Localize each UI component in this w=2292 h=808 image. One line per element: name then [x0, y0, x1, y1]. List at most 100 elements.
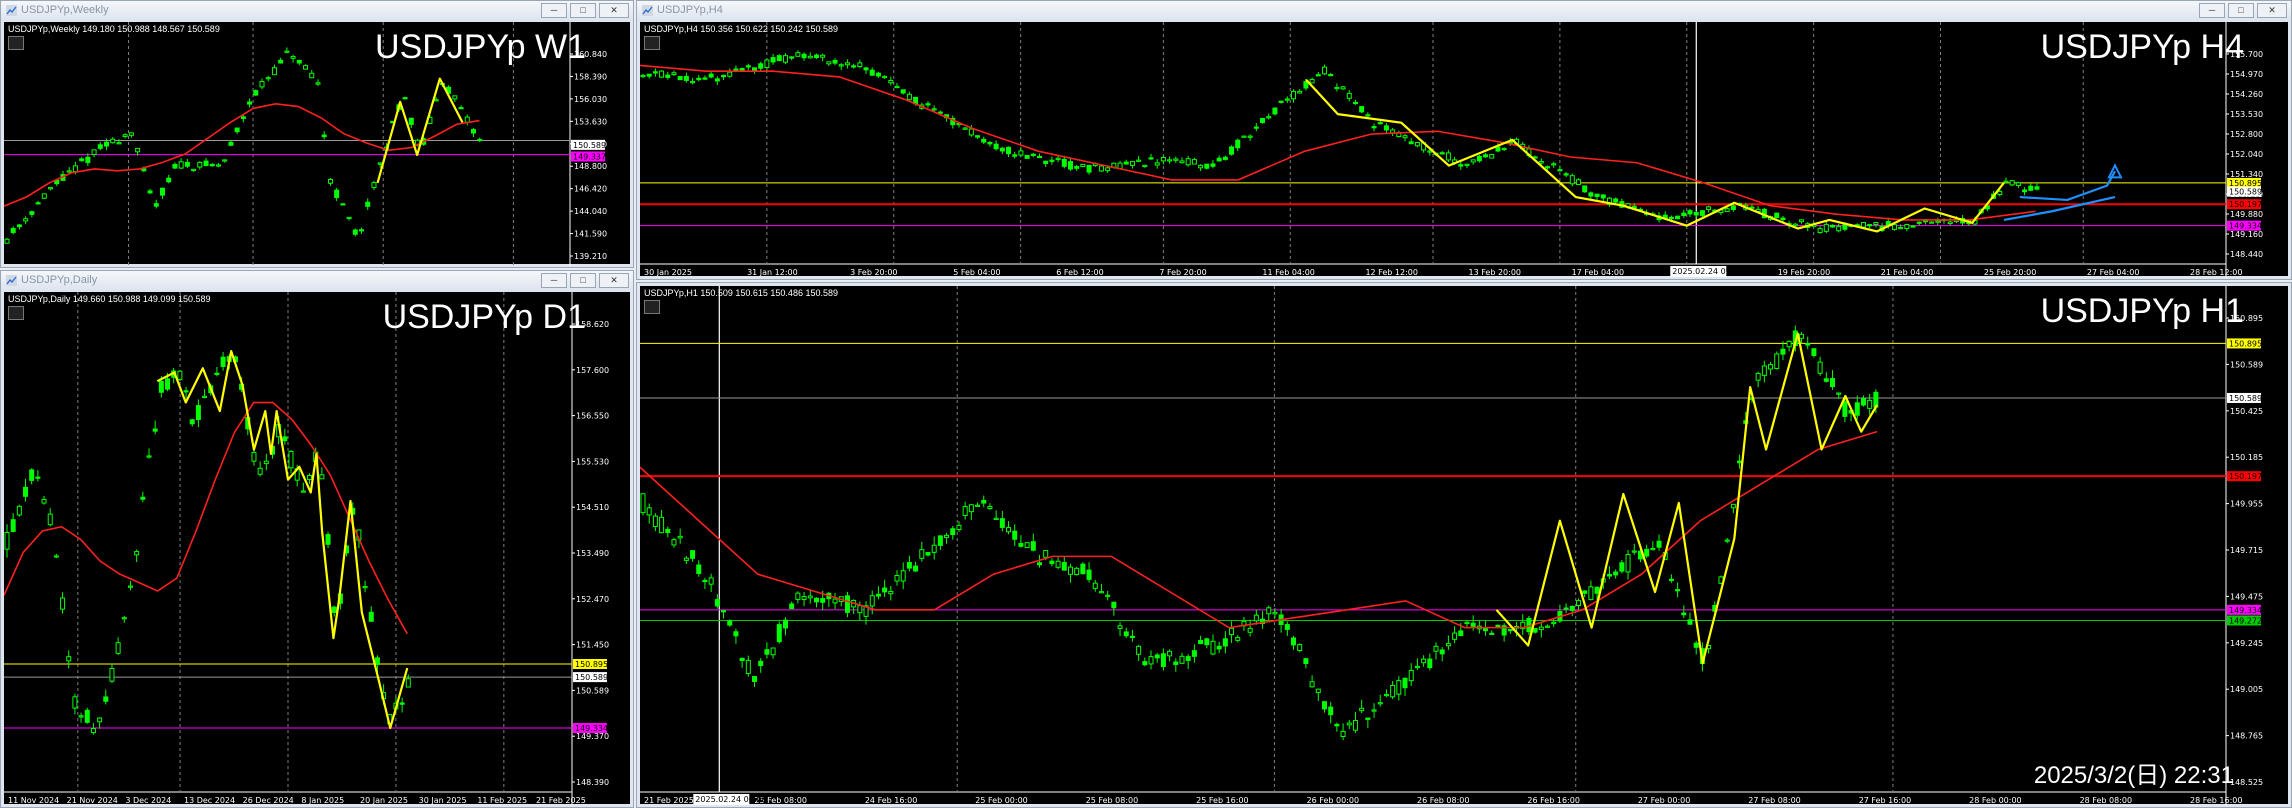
candle-body [1445, 152, 1451, 161]
maximize-button[interactable]: □ [570, 273, 596, 288]
time-tick-label: 11 Nov 2024 [8, 796, 59, 805]
candle-body [1179, 160, 1185, 164]
candle-body [1594, 586, 1600, 594]
candle-body [795, 52, 801, 57]
candle-body [47, 513, 53, 526]
candle-body [121, 617, 127, 620]
candle-body [195, 405, 201, 421]
candle-body [851, 65, 857, 68]
candle-body [1452, 632, 1458, 640]
minimize-button[interactable]: ─ [541, 3, 567, 18]
candle-body [1229, 146, 1235, 155]
price-tag-label: 149.334 [2229, 606, 2262, 615]
one-click-trading-icon[interactable] [8, 306, 24, 320]
candle-body [739, 657, 745, 662]
candle-body [1687, 210, 1693, 215]
candle-body [1365, 717, 1371, 720]
candle-body [652, 515, 658, 527]
chart-window-h1[interactable]: 150.895 150.589 150.425 150.185 149.955 149.7… [636, 282, 2292, 808]
price-chart[interactable]: 150.895 150.589 150.425 150.185 149.955 149.7… [640, 286, 2290, 806]
candle-body [257, 467, 263, 475]
candle-body [1006, 527, 1012, 533]
candle-body [826, 61, 832, 65]
candle-body [1396, 680, 1402, 695]
time-tick-label: 3 Feb 20:00 [850, 268, 897, 277]
candle-body [1656, 540, 1662, 548]
candle-body [1867, 399, 1873, 409]
candle-body [1476, 155, 1482, 162]
price-chart[interactable]: 155.700 154.970 154.260 153.530 152.800 152.0… [640, 22, 2288, 278]
candle-body [1538, 161, 1544, 164]
close-button[interactable]: ✕ [599, 3, 629, 18]
candle-body [782, 55, 788, 63]
one-click-trading-icon[interactable] [644, 300, 660, 314]
candle-body [1167, 650, 1173, 657]
candle-body [1346, 92, 1352, 99]
candle-body [470, 129, 476, 134]
candle-body [1402, 677, 1408, 689]
candle-body [1830, 378, 1835, 388]
candle-body [1730, 503, 1736, 509]
candle-body [1625, 554, 1631, 573]
title-bar[interactable]: USDJPYp,Weekly ─ □ ✕ [1, 1, 633, 21]
price-tick-label: 149.475 [2230, 592, 2263, 601]
candle-body [646, 507, 652, 516]
candle-body [832, 60, 838, 64]
title-bar[interactable]: USDJPYp,Daily ─ □ ✕ [1, 271, 633, 291]
candle-body [733, 631, 739, 637]
candle-body [813, 597, 819, 603]
candle-body [1160, 653, 1166, 667]
price-tick-label: 148.800 [574, 162, 607, 171]
one-click-trading-icon[interactable] [644, 36, 660, 50]
candle-body [1582, 185, 1588, 193]
chart-window-daily[interactable]: USDJPYp,Daily ─ □ ✕ 158.620 157.600 156.55… [0, 270, 634, 808]
close-button[interactable]: ✕ [599, 273, 629, 288]
candle-body [97, 717, 103, 723]
candle-body [1074, 567, 1080, 576]
price-tick-label: 146.420 [574, 185, 607, 194]
price-chart[interactable]: 158.620 157.600 156.550 155.530 154.510 153.4… [4, 292, 632, 806]
maximize-button[interactable]: □ [570, 3, 596, 18]
candle-body [832, 598, 838, 604]
candle-body [1464, 621, 1470, 625]
candle-body [377, 162, 383, 165]
maximize-button[interactable]: □ [2228, 3, 2254, 18]
candle-body [48, 187, 54, 190]
minimize-button[interactable]: ─ [541, 273, 567, 288]
candle-body [1619, 562, 1625, 572]
candle-body [931, 544, 937, 553]
candle-body [1823, 378, 1829, 382]
title-bar[interactable]: USDJPYp,H4 ─ □ ✕ [637, 1, 2291, 21]
time-tick-label: 27 Feb 00:00 [1638, 796, 1690, 805]
candle-body [1365, 114, 1371, 117]
candle-body [640, 493, 646, 514]
candle-body [1291, 90, 1297, 100]
candle-body [1613, 198, 1619, 203]
price-tick-label: 152.470 [576, 595, 609, 604]
candle-body [110, 138, 116, 144]
candle-body [1340, 730, 1346, 738]
candle-body [115, 642, 121, 654]
candle-body [1198, 639, 1204, 645]
price-chart[interactable]: 160.840158.390156.030153.630151.180148.8… [4, 22, 630, 266]
candle-body [91, 149, 97, 156]
close-button[interactable]: ✕ [2257, 3, 2287, 18]
candle-body [141, 168, 147, 172]
price-tick-label: 150.589 [576, 686, 609, 695]
time-tick-label: 11 Feb 2025 [477, 796, 527, 805]
candle-body [789, 56, 795, 59]
chart-canvas[interactable]: 158.620157.600156.550155.530154.510153.4… [4, 292, 632, 806]
chart-canvas[interactable]: 150.895 150.589 150.425 150.185 149.955 149.7… [640, 286, 2290, 806]
one-click-trading-icon[interactable] [8, 36, 24, 50]
candle-body [315, 82, 321, 85]
candle-body [1160, 157, 1166, 162]
chart-window-weekly[interactable]: USDJPYp,Weekly ─ □ ✕ 160.840 158.390 156.0… [0, 0, 634, 268]
time-tick-label: 25 Feb 08:00 [1086, 796, 1138, 805]
minimize-button[interactable]: ─ [2199, 3, 2225, 18]
candle-body [1631, 550, 1637, 553]
candle-body [1315, 688, 1321, 694]
candle-body [721, 610, 727, 613]
chart-window-h4[interactable]: USDJPYp,H4 ─ □ ✕ 155.700 154.970 154.260 15… [636, 0, 2292, 280]
candle-body [159, 187, 165, 196]
candle-body [1706, 206, 1712, 211]
